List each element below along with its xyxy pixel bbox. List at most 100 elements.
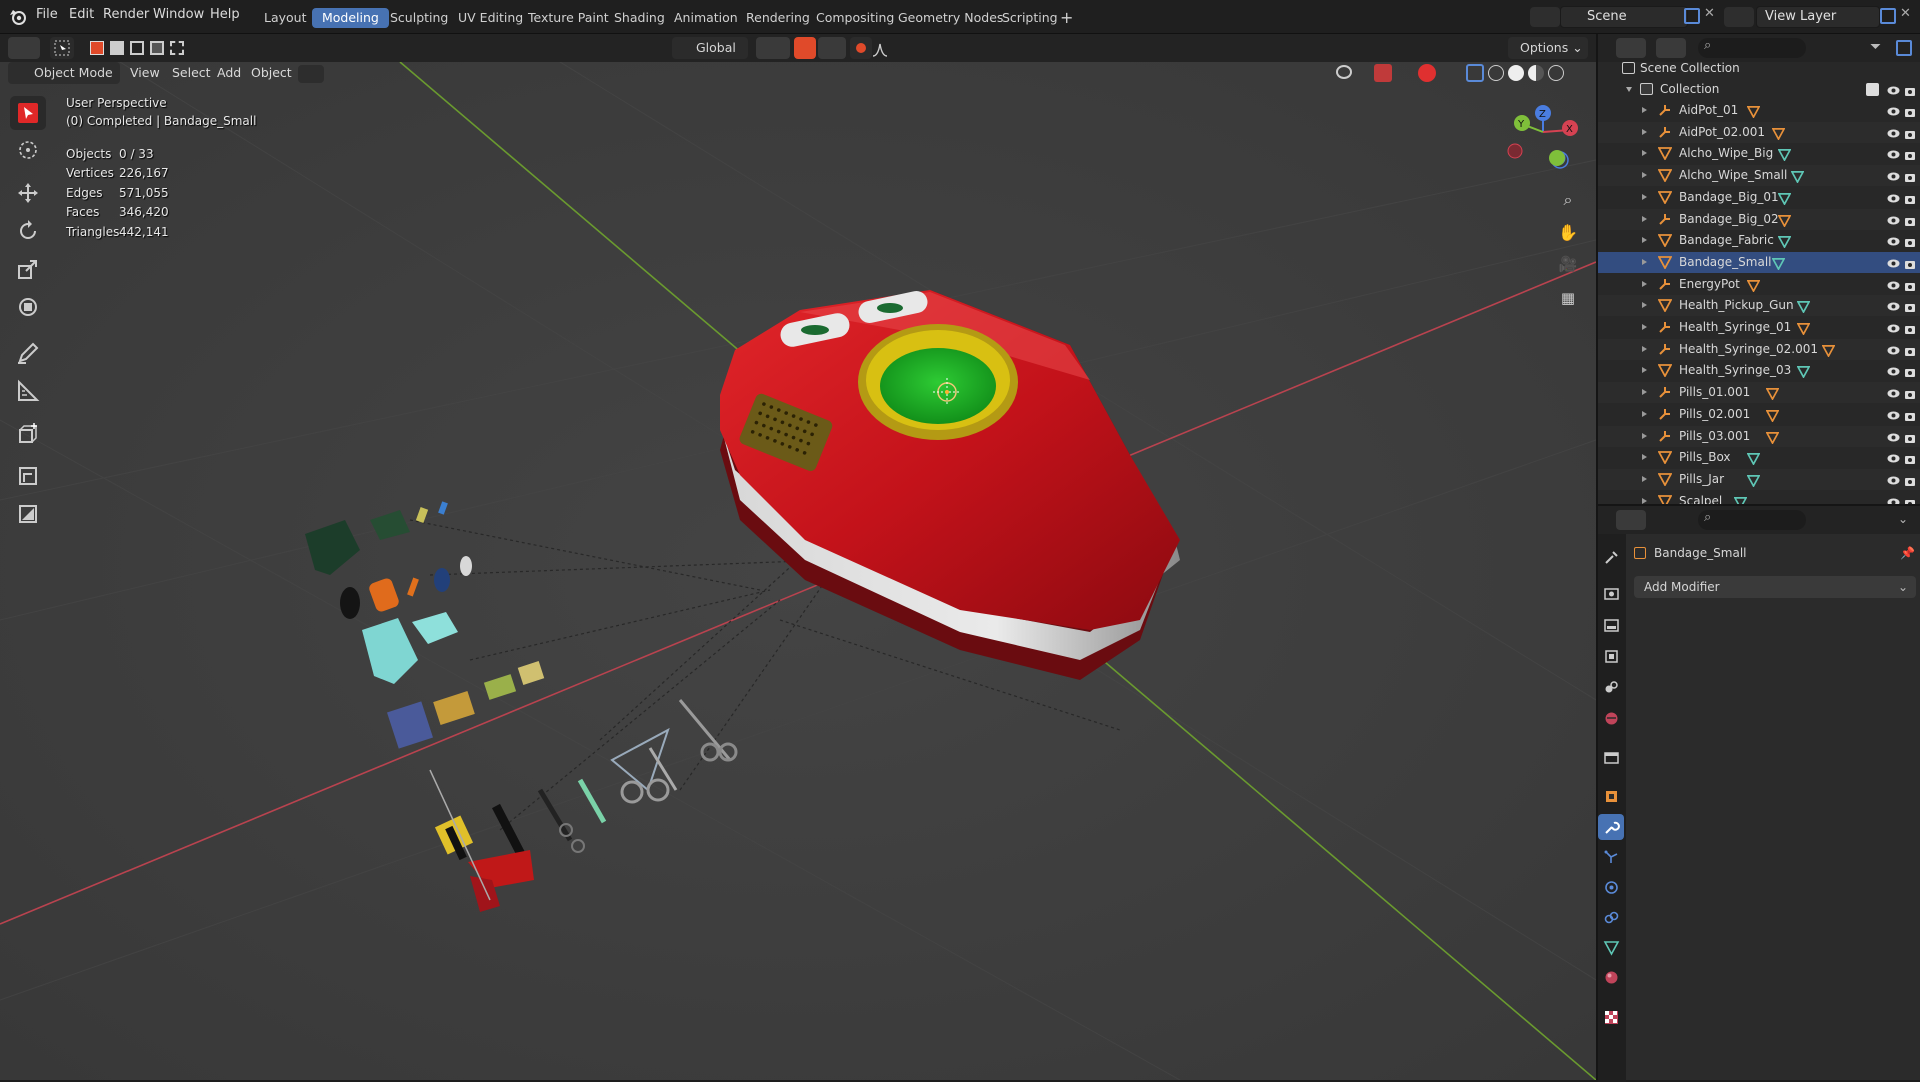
expand-item-icon[interactable] [1642,128,1647,135]
eye-icon[interactable] [1887,495,1900,504]
eye-icon[interactable] [1887,147,1900,160]
outliner-display-mode-icon[interactable] [1616,38,1646,58]
menu-window[interactable]: Window [153,7,204,22]
collection-checkbox[interactable] [1866,83,1879,96]
render-camera-icon[interactable] [1904,430,1916,443]
outliner-item[interactable]: Health_Syringe_02.001 [1598,338,1920,360]
expand-item-icon[interactable] [1642,324,1647,330]
render-camera-icon[interactable] [1904,386,1916,400]
expand-item-icon[interactable] [1642,432,1647,439]
expand-item-icon[interactable] [1642,345,1647,352]
close-scene-icon[interactable]: ✕ [1704,6,1715,21]
properties-search-input[interactable]: ⌕ [1698,510,1806,530]
render-camera-icon[interactable] [1904,213,1916,226]
add-modifier-dropdown[interactable]: Add Modifier ⌄ [1634,576,1916,598]
menu-help[interactable]: Help [210,7,240,22]
render-camera-icon[interactable] [1904,473,1916,486]
tab-material[interactable] [1598,964,1624,990]
properties-options-icon[interactable]: ⌄ [1898,512,1908,526]
tool-annotate[interactable] [10,336,46,370]
outliner-item[interactable]: Pills_Box [1598,447,1920,468]
outliner-item[interactable]: Alcho_Wipe_Small [1598,165,1920,187]
tool-measure[interactable] [10,374,46,408]
material-shading-icon[interactable] [1528,65,1544,81]
pin-icon[interactable]: 📌 [1900,542,1915,564]
tab-view-layer[interactable] [1598,643,1624,669]
expand-item-icon[interactable] [1642,454,1647,461]
xray-icon[interactable] [1466,64,1484,82]
mode-dropdown[interactable]: Object Mode [8,62,120,84]
filter-icon[interactable]: ⏷ [1870,39,1881,55]
expand-item-icon[interactable] [1642,215,1647,222]
render-camera-icon[interactable] [1904,408,1916,421]
select-box-icon[interactable] [50,37,74,59]
expand-item-icon[interactable] [1642,107,1647,113]
tool-transform[interactable] [10,290,46,324]
expand-item-icon[interactable] [1642,389,1647,396]
outliner-scene-collection[interactable]: Scene Collection [1598,58,1920,79]
expand-item-icon[interactable] [1642,367,1647,374]
tab-modeling[interactable]: Modeling [312,8,389,28]
mesh-filter-icon[interactable] [298,65,324,83]
tab-collection[interactable] [1598,744,1624,770]
tool-move[interactable] [10,176,46,210]
outliner-item[interactable]: Health_Syringe_03 [1598,360,1920,381]
render-camera-icon[interactable] [1904,234,1916,248]
menu-add[interactable]: Add [217,65,241,80]
close-view-layer-icon[interactable]: ✕ [1900,6,1911,21]
tool-scale[interactable] [10,252,46,286]
proportional-edit-icon[interactable] [850,37,872,59]
tab-modifiers[interactable] [1598,814,1624,840]
eye-icon[interactable] [1887,169,1900,182]
render-camera-icon[interactable] [1904,126,1916,139]
menu-edit[interactable]: Edit [69,7,94,22]
tab-constraints[interactable] [1598,904,1624,930]
snap-target-icon[interactable] [818,37,846,59]
outliner-view-icon[interactable] [1656,38,1686,58]
expand-item-icon[interactable] [1642,410,1647,417]
add-workspace-button[interactable]: + [1050,8,1083,28]
outliner-item[interactable]: Bandage_Small [1598,251,1920,273]
gizmo-icon[interactable] [1374,64,1392,82]
tab-physics[interactable] [1598,874,1624,900]
outliner-item[interactable]: Bandage_Big_01 [1598,187,1920,208]
outliner-item[interactable]: Alcho_Wipe_Big [1598,143,1920,164]
tab-render[interactable] [1598,580,1624,606]
eye-icon[interactable] [1887,234,1900,247]
tab-tool[interactable] [1598,544,1624,570]
tool-select[interactable] [10,96,46,130]
expand-item-icon[interactable] [1642,193,1647,200]
expand-item-icon[interactable] [1642,497,1647,504]
tab-layout[interactable]: Layout [254,8,317,28]
outliner-item[interactable]: Bandage_Fabric [1598,230,1920,251]
wireframe-shading-icon[interactable] [1488,65,1504,81]
eye-icon[interactable] [1887,386,1900,399]
transform-orientation-dropdown[interactable]: Global [672,37,748,59]
eye-icon[interactable] [1887,83,1900,96]
render-camera-icon[interactable] [1904,321,1916,334]
mesh-data-icon[interactable] [1733,495,1748,504]
tab-data[interactable] [1598,934,1624,960]
eye-icon[interactable] [1887,451,1900,464]
pan-hand-icon[interactable]: ✋ [1556,220,1580,244]
outliner-item[interactable]: Scalpel [1598,491,1920,504]
expand-item-icon[interactable] [1642,150,1647,157]
outliner-item[interactable]: EnergyPot [1598,274,1920,295]
new-scene-icon[interactable] [1684,8,1700,24]
selection-mode-icons[interactable] [90,41,184,57]
render-camera-icon[interactable] [1904,278,1916,291]
render-camera-icon[interactable] [1904,191,1916,204]
new-view-layer-icon[interactable] [1880,8,1896,24]
solid-shading-icon[interactable] [1508,65,1524,81]
view-layer-browse-icon[interactable] [1724,7,1754,27]
eye-icon[interactable] [1887,473,1900,486]
menu-file[interactable]: File [36,7,58,22]
tab-object[interactable] [1598,783,1624,809]
tool-cursor[interactable] [10,133,46,167]
eye-icon[interactable] [1887,256,1900,269]
render-camera-icon[interactable] [1904,147,1916,161]
outliner-item[interactable]: Pills_03.001 [1598,425,1920,447]
render-camera-icon[interactable] [1904,169,1916,183]
visibility-icon[interactable] [1336,65,1352,79]
outliner-item[interactable]: AidPot_01 [1598,100,1920,121]
